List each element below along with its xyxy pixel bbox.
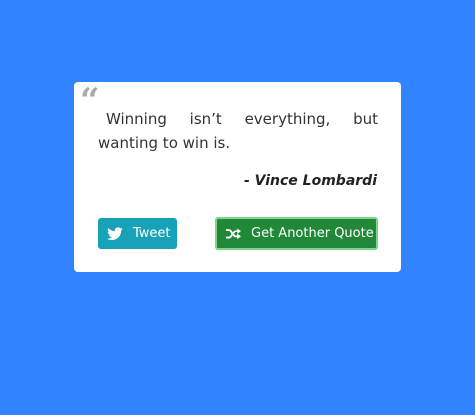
quote-text: Winning isn’t everything, but wanting to… (98, 110, 378, 152)
tweet-button[interactable]: Tweet (98, 218, 177, 249)
tweet-button-label: Tweet (133, 226, 171, 241)
left-double-quote-icon: “ (80, 81, 99, 121)
shuffle-icon (226, 227, 241, 240)
get-another-quote-label: Get Another Quote (251, 226, 374, 241)
quote-author: - Vince Lombardi (243, 173, 377, 189)
twitter-icon (107, 226, 123, 241)
get-another-quote-button[interactable]: Get Another Quote (215, 217, 378, 250)
quote-box: “ Winning isn’t everything, but wanting … (74, 82, 401, 272)
